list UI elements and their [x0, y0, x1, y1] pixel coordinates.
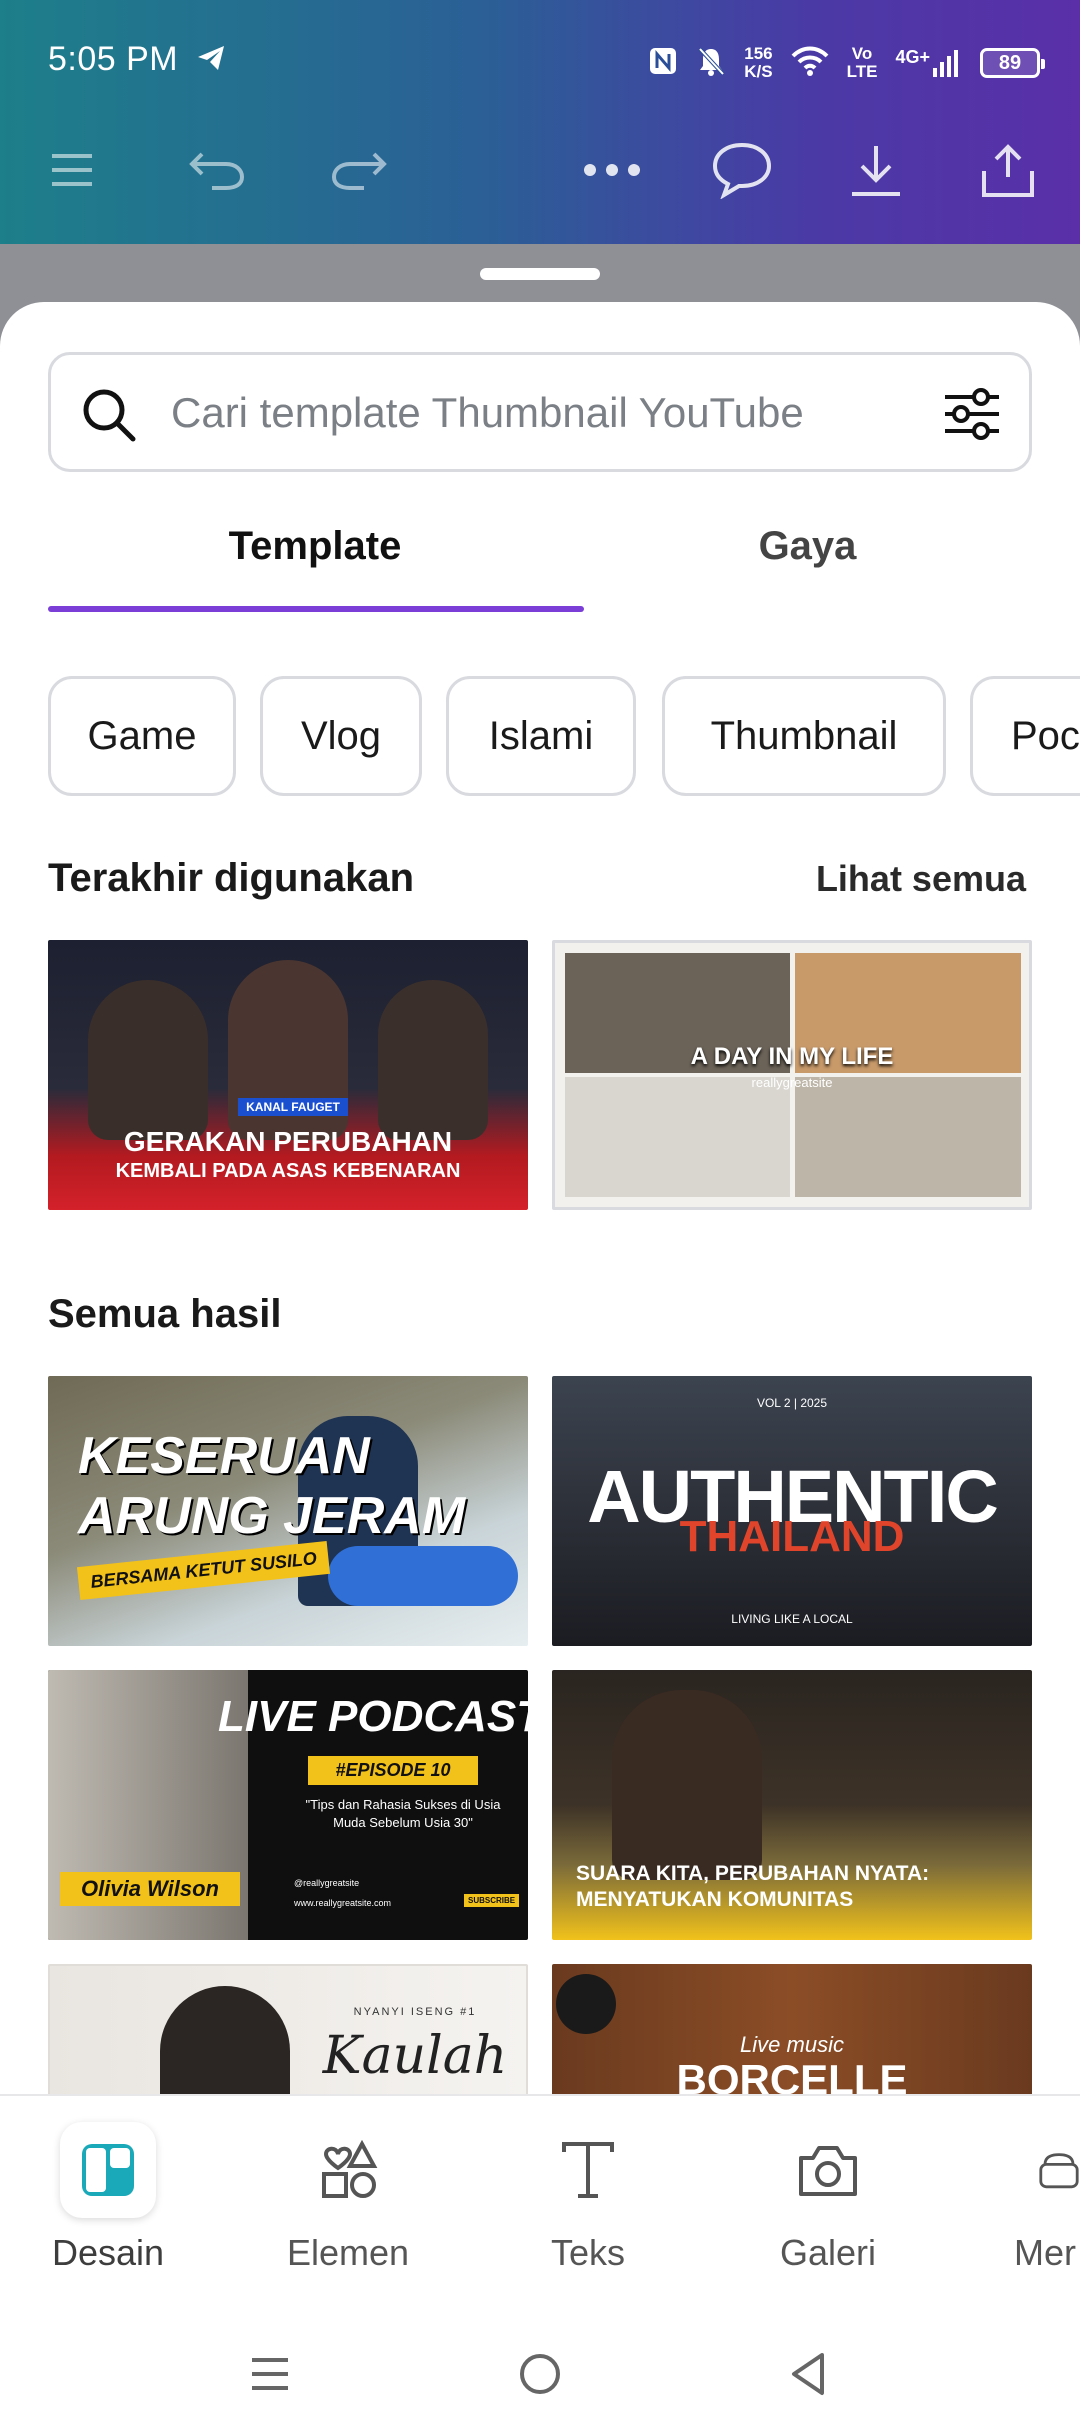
- volte-bottom: LTE: [846, 62, 878, 81]
- system-nav-bar: [0, 2294, 1080, 2436]
- nav-label: Mer: [1014, 2232, 1076, 2273]
- network-type: 4G+: [895, 47, 930, 67]
- editor-toolbar: [0, 130, 1080, 210]
- speed-value: 156: [744, 44, 773, 63]
- thumb-subscribe: SUBSCRIBE: [464, 1894, 520, 1907]
- search-input[interactable]: Cari template Thumbnail YouTube: [48, 352, 1032, 472]
- photo-tile: [565, 1077, 790, 1197]
- result-template-2[interactable]: VOL 2 | 2025 AUTHENTIC THAILAND LIVING L…: [552, 1376, 1032, 1646]
- recent-template-1[interactable]: KANAL FAUGET GERAKAN PERUBAHAN KEMBALI P…: [48, 940, 528, 1210]
- download-icon[interactable]: [836, 130, 916, 210]
- wifi-icon: [791, 46, 829, 81]
- thumb-subline: LIVING LIKE A LOCAL: [731, 1612, 853, 1626]
- share-icon[interactable]: [968, 130, 1048, 210]
- network-speed: 156 K/S: [744, 45, 772, 81]
- tab-bar: Template Gaya: [0, 502, 1080, 602]
- person-figure: [612, 1690, 762, 1880]
- status-time: 5:05 PM: [48, 40, 179, 78]
- thumb-line2: MENYATUKAN KOMUNITAS: [576, 1888, 854, 1911]
- thumb-headline: A DAY IN MY LIFE: [690, 1043, 894, 1070]
- kayak-shape: [328, 1546, 518, 1606]
- thumb-line2: ARUNG JERAM: [78, 1487, 466, 1545]
- thumb-line2: THAILAND: [679, 1512, 905, 1561]
- photo-tile: [795, 1077, 1021, 1197]
- see-all-link[interactable]: Lihat semua: [816, 858, 1026, 900]
- chip-islami[interactable]: Islami: [446, 676, 636, 796]
- thumb-line1: LIVE PODCAST: [218, 1692, 528, 1741]
- headphones-shape: [556, 1974, 616, 2034]
- thumb-line1: KESERUAN: [78, 1427, 370, 1485]
- volte-indicator: Vo LTE: [847, 45, 878, 81]
- home-icon[interactable]: [500, 2334, 580, 2414]
- tab-gaya[interactable]: Gaya: [520, 524, 1080, 569]
- thumb-line1: SUARA KITA, PERUBAHAN NYATA:: [576, 1862, 930, 1885]
- result-template-1[interactable]: KESERUAN ARUNG JERAM BERSAMA KETUT SUSIL…: [48, 1376, 528, 1646]
- nav-merek[interactable]: Mer: [958, 2122, 1080, 2274]
- filter-icon[interactable]: [941, 383, 1003, 450]
- active-tab-indicator: [48, 606, 584, 612]
- sheet-drag-handle[interactable]: [480, 268, 600, 280]
- thumb-tag: VOL 2 | 2025: [756, 1396, 828, 1410]
- bottom-nav: Desain Elemen Teks Galeri Mer: [0, 2094, 1080, 2294]
- nav-label: Galeri: [779, 2232, 877, 2273]
- status-icons: 156 K/S Vo LTE 4G+ 89: [648, 38, 1045, 88]
- battery-indicator: 89: [980, 48, 1045, 78]
- chip-thumbnail[interactable]: Thumbnail: [662, 676, 946, 796]
- status-bar: 5:05 PM 156 K/S Vo LTE 4G+ 89: [0, 0, 1080, 120]
- thumb-subline: reallygreatsite: [751, 1075, 833, 1090]
- camera-icon: [718, 2122, 938, 2218]
- nfc-icon: [648, 46, 678, 81]
- thumb-subline: KEMBALI PADA ASAS KEBENARAN: [115, 1160, 461, 1182]
- chip-podcast[interactable]: Poc: [970, 676, 1080, 796]
- thumb-subline: BERSAMA KETUT SUSILO: [76, 1540, 331, 1601]
- volte-top: Vo: [851, 44, 873, 63]
- chip-game[interactable]: Game: [48, 676, 236, 796]
- chip-vlog[interactable]: Vlog: [260, 676, 422, 796]
- nav-label: Elemen: [286, 2232, 410, 2273]
- all-results-title: Semua hasil: [48, 1292, 282, 1336]
- menu-icon[interactable]: [32, 130, 112, 210]
- design-icon: [60, 2122, 156, 2218]
- telegram-icon: [196, 44, 226, 77]
- thumb-name: Olivia Wilson: [60, 1872, 240, 1906]
- search-placeholder: Cari template Thumbnail YouTube: [171, 389, 804, 436]
- text-icon: [478, 2122, 698, 2218]
- nav-galeri[interactable]: Galeri: [718, 2122, 938, 2274]
- person-figure: [378, 980, 488, 1140]
- thumb-tag: NYANYI ISENG #1: [353, 2006, 477, 2018]
- back-icon[interactable]: [768, 2334, 848, 2414]
- signal-indicator: 4G+: [895, 48, 962, 78]
- mute-icon: [696, 45, 726, 82]
- result-template-3[interactable]: LIVE PODCAST #EPISODE 10 "Tips dan Rahas…: [48, 1670, 528, 1940]
- thumb-line1: Kaulah: [322, 2026, 508, 2086]
- nav-desain[interactable]: Desain: [0, 2122, 218, 2274]
- channel-tag: KANAL FAUGET: [238, 1098, 348, 1116]
- thumb-badge: #EPISODE 10: [308, 1756, 478, 1785]
- nav-label: Desain: [51, 2232, 165, 2273]
- more-icon[interactable]: [572, 130, 652, 210]
- nav-teks[interactable]: Teks: [478, 2122, 698, 2274]
- thumb-site: @reallygreatsite: [294, 1878, 360, 1888]
- recent-section-title: Terakhir digunakan: [48, 856, 415, 900]
- signal-icon: [933, 50, 958, 77]
- elements-icon: [238, 2122, 458, 2218]
- nav-label: Teks: [550, 2232, 626, 2273]
- recent-template-2[interactable]: A DAY IN MY LIFE reallygreatsite: [552, 940, 1032, 1210]
- thumb-url: www.reallygreatsite.com: [294, 1898, 392, 1908]
- thumb-quote: "Tips dan Rahasia Sukses di Usia Muda Se…: [305, 1797, 501, 1830]
- result-template-4[interactable]: SUARA KITA, PERUBAHAN NYATA: MENYATUKAN …: [552, 1670, 1032, 1940]
- nav-elemen[interactable]: Elemen: [238, 2122, 458, 2274]
- person-figure: [88, 980, 208, 1140]
- recents-icon[interactable]: [230, 2334, 310, 2414]
- app-header: 5:05 PM 156 K/S Vo LTE 4G+ 89: [0, 0, 1080, 244]
- comment-icon[interactable]: [702, 130, 782, 210]
- thumb-headline: GERAKAN PERUBAHAN: [123, 1126, 453, 1157]
- speed-unit: K/S: [744, 62, 773, 81]
- undo-icon[interactable]: [178, 130, 258, 210]
- search-icon: [79, 385, 139, 450]
- brand-icon: [958, 2122, 1080, 2218]
- thumb-tag: Live music: [740, 2032, 844, 2057]
- category-chips: Game Vlog Islami Thumbnail Poc: [48, 676, 1080, 796]
- redo-icon[interactable]: [318, 130, 398, 210]
